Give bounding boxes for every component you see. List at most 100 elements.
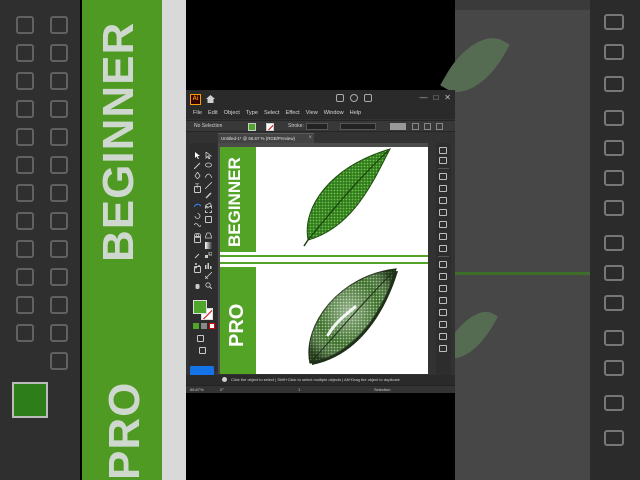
graphic-styles-icon[interactable] bbox=[439, 245, 447, 252]
brushes-icon[interactable] bbox=[439, 221, 447, 228]
magic-wand-icon[interactable] bbox=[193, 156, 201, 170]
shape-builder-icon[interactable] bbox=[194, 226, 201, 238]
pathfinder-icon[interactable] bbox=[439, 321, 447, 328]
type-tool-icon[interactable]: T bbox=[194, 176, 201, 191]
slice-icon[interactable] bbox=[204, 266, 213, 280]
direct-selection-tool-icon[interactable] bbox=[205, 146, 213, 160]
zoom-level[interactable]: 66.67% bbox=[190, 387, 204, 392]
menu-type[interactable]: Type bbox=[243, 108, 261, 119]
lasso-icon[interactable] bbox=[205, 156, 212, 168]
symbols-icon[interactable] bbox=[439, 233, 447, 240]
menu-effect[interactable]: Effect bbox=[283, 108, 303, 119]
none-mode-icon[interactable] bbox=[209, 323, 215, 329]
fill-color-swatch[interactable] bbox=[193, 300, 207, 314]
panels-dock bbox=[436, 143, 451, 375]
more-tools-icon[interactable] bbox=[199, 359, 206, 370]
bg-scale-icon bbox=[50, 184, 68, 202]
warp-icon[interactable] bbox=[193, 216, 202, 227]
properties-icon[interactable] bbox=[439, 147, 447, 154]
scale-icon[interactable] bbox=[205, 206, 212, 213]
pen-tool-icon[interactable] bbox=[194, 166, 201, 180]
menu-edit[interactable]: Edit bbox=[205, 108, 221, 119]
eraser-icon[interactable] bbox=[205, 196, 212, 209]
appearance-icon[interactable] bbox=[439, 297, 447, 304]
bg-artboard-icon bbox=[16, 324, 34, 342]
stroke-label: Stroke: bbox=[288, 123, 304, 129]
rotate-icon[interactable] bbox=[194, 206, 201, 219]
tab-close-icon[interactable]: × bbox=[308, 135, 312, 141]
document-tab-label: Untitled-1* @ 66.67 % (RGB/Preview) bbox=[221, 136, 296, 141]
blend-icon[interactable] bbox=[205, 246, 213, 258]
arrange-documents-icon[interactable] bbox=[336, 94, 344, 102]
home-icon[interactable] bbox=[206, 95, 215, 103]
paintbrush-icon[interactable] bbox=[205, 186, 212, 199]
line-tool-icon[interactable] bbox=[204, 176, 213, 190]
menu-view[interactable]: View bbox=[303, 108, 321, 119]
rotation-view[interactable]: 0° bbox=[220, 387, 224, 392]
menu-select[interactable]: Select bbox=[261, 108, 283, 119]
draw-mode-icon[interactable] bbox=[197, 335, 204, 342]
mesh-icon[interactable] bbox=[194, 236, 201, 243]
gradient-mode-icon[interactable] bbox=[201, 323, 207, 329]
title-bar: Ai — □ ✕ bbox=[186, 90, 455, 108]
pro-leaf[interactable] bbox=[300, 265, 400, 367]
panel-divider bbox=[438, 168, 449, 169]
zoom-icon[interactable] bbox=[205, 276, 213, 290]
gradient-panel-icon[interactable] bbox=[439, 273, 447, 280]
align-icon[interactable] bbox=[424, 123, 431, 130]
selection-tool-icon[interactable] bbox=[194, 146, 201, 159]
color-mode-icon[interactable] bbox=[193, 323, 199, 329]
menu-help[interactable]: Help bbox=[347, 108, 365, 119]
beginner-leaf[interactable] bbox=[300, 147, 400, 247]
free-transform-icon[interactable] bbox=[205, 216, 212, 223]
stroke-swatch[interactable] bbox=[266, 123, 274, 131]
curvature-tool-icon[interactable] bbox=[204, 166, 213, 179]
menu-file[interactable]: File bbox=[190, 108, 205, 119]
bg-layers-icon bbox=[604, 44, 624, 60]
perspective-icon[interactable] bbox=[204, 226, 213, 239]
eyedropper-icon[interactable] bbox=[194, 246, 201, 259]
symbol-sprayer-icon[interactable] bbox=[194, 256, 201, 269]
swatches-icon[interactable] bbox=[439, 209, 447, 216]
screen-mode-icon[interactable] bbox=[199, 347, 206, 354]
transform-icon[interactable] bbox=[439, 333, 447, 340]
transparency-icon[interactable] bbox=[439, 285, 447, 292]
shaper-icon[interactable] bbox=[193, 196, 202, 208]
bg-transform-icon bbox=[50, 212, 68, 230]
gradient-icon[interactable] bbox=[205, 236, 212, 249]
align-panel-icon[interactable] bbox=[439, 309, 447, 316]
rectangle-tool-icon[interactable] bbox=[194, 186, 201, 193]
bg-blend-icon bbox=[50, 268, 68, 286]
opacity-field[interactable] bbox=[390, 123, 406, 130]
maximize-button[interactable]: □ bbox=[433, 93, 438, 103]
bg-align-icon bbox=[604, 360, 624, 376]
bg-eraser-icon bbox=[50, 156, 68, 174]
bg-direct-selection-icon bbox=[50, 16, 68, 34]
hand-icon[interactable] bbox=[194, 276, 201, 289]
menu-window[interactable]: Window bbox=[321, 108, 347, 119]
column-graph-icon[interactable] bbox=[205, 256, 212, 269]
color-guide-icon[interactable] bbox=[439, 197, 447, 204]
close-button[interactable]: ✕ bbox=[444, 93, 451, 103]
minimize-button[interactable]: — bbox=[419, 93, 427, 103]
stroke-weight-field[interactable] bbox=[306, 123, 328, 130]
menu-object[interactable]: Object bbox=[221, 108, 243, 119]
bg-properties-icon bbox=[604, 14, 624, 30]
more-options-icon[interactable] bbox=[436, 123, 443, 130]
document-tab[interactable]: Untitled-1* @ 66.67 % (RGB/Preview) × bbox=[218, 133, 314, 143]
fill-swatch[interactable] bbox=[248, 123, 256, 131]
workspace-icon[interactable] bbox=[364, 94, 372, 102]
bg-shape-builder-icon bbox=[16, 240, 34, 258]
variable-width-field[interactable] bbox=[340, 123, 376, 130]
search-icon[interactable] bbox=[350, 94, 358, 102]
artboard-tool-icon[interactable] bbox=[194, 266, 201, 273]
stroke-icon[interactable] bbox=[439, 261, 447, 268]
color-icon[interactable] bbox=[439, 185, 447, 192]
layers-icon[interactable] bbox=[439, 157, 447, 164]
bg-curvature-icon bbox=[50, 72, 68, 90]
recolor-icon[interactable] bbox=[412, 123, 419, 130]
canvas[interactable]: BEGINNER PRO bbox=[218, 143, 428, 374]
libraries-icon[interactable] bbox=[439, 173, 447, 180]
links-icon[interactable] bbox=[439, 345, 447, 352]
artboard-number[interactable]: 1 bbox=[298, 387, 300, 392]
